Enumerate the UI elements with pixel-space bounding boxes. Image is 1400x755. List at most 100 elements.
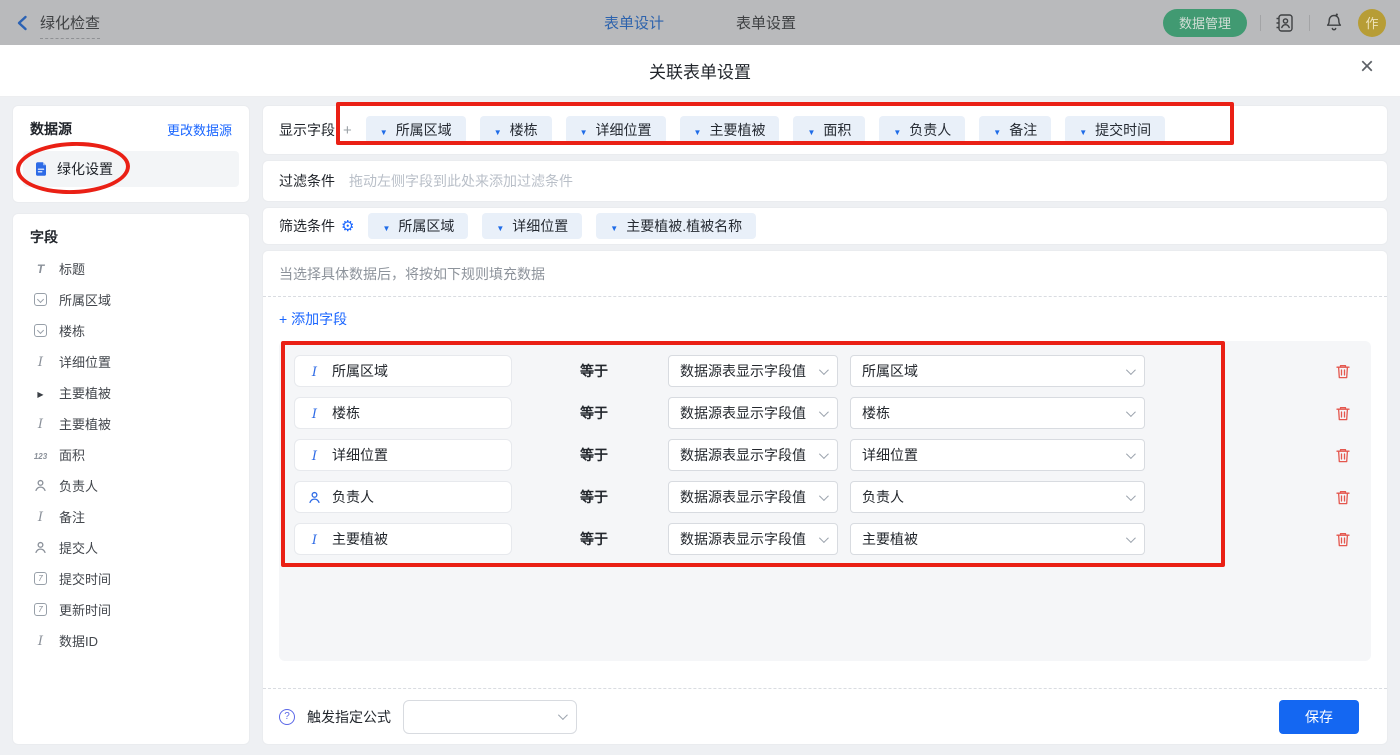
tab-form-settings[interactable]: 表单设置 (736, 12, 796, 33)
modal-header: 关联表单设置 × (0, 45, 1400, 97)
formula-select[interactable] (403, 700, 577, 734)
field-item[interactable]: 备注 (23, 501, 239, 532)
text-icon (306, 363, 323, 380)
delete-rule-icon[interactable] (1335, 447, 1351, 464)
fill-rules-hint: 当选择具体数据后，将按如下规则填充数据 (263, 251, 1387, 297)
target-field-select[interactable]: 所属区域 (850, 355, 1145, 387)
sidebar: 数据源 更改数据源 绿化设置 字段 标题 (12, 105, 250, 745)
delete-rule-icon[interactable] (1335, 363, 1351, 380)
chevron-down-icon (819, 491, 829, 501)
field-item[interactable]: 提交人 (23, 532, 239, 563)
source-select[interactable]: 数据源表显示字段值 (668, 481, 838, 513)
rule-row: 详细位置 等于 数据源表显示字段值 详细位置 (294, 439, 1351, 471)
screening-condition-section: 筛选条件 ⚙ 所属区域 详细位置 主要植被.植被名称 (262, 207, 1388, 245)
filter-drop-placeholder[interactable]: 拖动左侧字段到此处来添加过滤条件 (349, 171, 573, 191)
screening-chip[interactable]: 详细位置 (482, 213, 582, 239)
tab-form-design[interactable]: 表单设计 (604, 12, 664, 33)
field-item[interactable]: 所属区域 (23, 284, 239, 315)
divider (1260, 15, 1261, 31)
modal-body: 数据源 更改数据源 绿化设置 字段 标题 (0, 97, 1400, 755)
divider (1309, 15, 1310, 31)
chevron-down-icon (819, 533, 829, 543)
rule-field-box[interactable]: 负责人 (294, 481, 512, 513)
display-field-chip[interactable]: 所属区域 (366, 116, 466, 144)
gear-icon[interactable]: ⚙ (341, 217, 354, 235)
field-item[interactable]: 负责人 (23, 470, 239, 501)
chevron-down-icon (580, 122, 588, 138)
chevron-down-icon (1126, 365, 1136, 375)
field-item[interactable]: 数据ID (23, 625, 239, 656)
field-item[interactable]: 详细位置 (23, 346, 239, 377)
source-select[interactable]: 数据源表显示字段值 (668, 439, 838, 471)
target-field-select[interactable]: 楼栋 (850, 397, 1145, 429)
text-icon (32, 633, 49, 649)
display-field-chip[interactable]: 备注 (979, 116, 1051, 144)
chevron-down-icon (610, 218, 618, 234)
data-manage-button[interactable]: 数据管理 (1163, 9, 1247, 37)
field-item[interactable]: 标题 (23, 253, 239, 284)
field-item[interactable]: 7 提交时间 (23, 563, 239, 594)
contacts-icon[interactable] (1274, 12, 1296, 34)
field-item[interactable]: 主要植被 (23, 377, 239, 408)
chevron-down-icon (819, 407, 829, 417)
date-icon: 7 (32, 603, 49, 616)
source-select[interactable]: 数据源表显示字段值 (668, 397, 838, 429)
display-field-chip[interactable]: 主要植被 (680, 116, 780, 144)
notification-bell-icon[interactable] (1323, 12, 1345, 34)
screening-chip[interactable]: 主要植被.植被名称 (596, 213, 756, 239)
add-field-link[interactable]: + 添加字段 (279, 309, 347, 329)
selected-datasource-item[interactable]: 绿化设置 (23, 151, 239, 187)
field-item[interactable]: 面积 (23, 439, 239, 470)
close-icon[interactable]: × (1360, 55, 1374, 79)
rules-panel: 所属区域 等于 数据源表显示字段值 所属区域 楼栋 等于 数据源表显示字段值 楼… (279, 341, 1371, 661)
rule-field-box[interactable]: 主要植被 (294, 523, 512, 555)
chevron-down-icon (1126, 407, 1136, 417)
target-field-select[interactable]: 详细位置 (850, 439, 1145, 471)
help-question-icon[interactable]: ? (279, 709, 295, 725)
delete-rule-icon[interactable] (1335, 405, 1351, 422)
chevron-down-icon (382, 218, 390, 234)
field-item[interactable]: 楼栋 (23, 315, 239, 346)
user-avatar[interactable]: 作 (1358, 9, 1386, 37)
display-field-chip[interactable]: 面积 (793, 116, 865, 144)
operator-label: 等于 (580, 361, 668, 381)
display-field-chip[interactable]: 提交时间 (1065, 116, 1165, 144)
field-item[interactable]: 7 更新时间 (23, 594, 239, 625)
source-select[interactable]: 数据源表显示字段值 (668, 355, 838, 387)
form-title[interactable]: 绿化检查 (40, 12, 100, 39)
screening-chip[interactable]: 所属区域 (368, 213, 468, 239)
rule-row: 主要植被 等于 数据源表显示字段值 主要植被 (294, 523, 1351, 555)
filter-condition-label: 过滤条件 (279, 171, 335, 191)
modal-title: 关联表单设置 (649, 58, 751, 83)
chevron-down-icon (380, 122, 388, 138)
save-button[interactable]: 保存 (1279, 700, 1359, 734)
chevron-down-icon (993, 122, 1001, 138)
chevron-down-icon (819, 449, 829, 459)
number-icon (32, 447, 49, 462)
rule-field-box[interactable]: 所属区域 (294, 355, 512, 387)
chevron-down-icon (694, 122, 702, 138)
rule-row: 负责人 等于 数据源表显示字段值 负责人 (294, 481, 1351, 513)
add-display-field-button[interactable]: + (343, 122, 352, 139)
rule-field-box[interactable]: 楼栋 (294, 397, 512, 429)
rule-field-box[interactable]: 详细位置 (294, 439, 512, 471)
back-chevron-icon[interactable] (14, 14, 32, 32)
person-icon (32, 540, 49, 555)
field-item[interactable]: 主要植被 (23, 408, 239, 439)
rule-row: 楼栋 等于 数据源表显示字段值 楼栋 (294, 397, 1351, 429)
main-panel: 显示字段 + 所属区域 楼栋 详细位置 主要植被 面积 负责人 备注 提交时间 … (262, 105, 1388, 745)
display-field-chip[interactable]: 楼栋 (480, 116, 552, 144)
chevron-down-icon (1079, 122, 1087, 138)
change-datasource-link[interactable]: 更改数据源 (167, 120, 232, 139)
target-field-select[interactable]: 负责人 (850, 481, 1145, 513)
target-field-select[interactable]: 主要植被 (850, 523, 1145, 555)
display-field-chip[interactable]: 详细位置 (566, 116, 666, 144)
display-fields-section: 显示字段 + 所属区域 楼栋 详细位置 主要植被 面积 负责人 备注 提交时间 (262, 105, 1388, 155)
group-expand-icon[interactable] (32, 385, 49, 400)
title-icon (32, 261, 49, 276)
delete-rule-icon[interactable] (1335, 531, 1351, 548)
display-field-chip[interactable]: 负责人 (879, 116, 965, 144)
app-topbar: 绿化检查 表单设计 表单设置 数据管理 作 (0, 0, 1400, 45)
delete-rule-icon[interactable] (1335, 489, 1351, 506)
source-select[interactable]: 数据源表显示字段值 (668, 523, 838, 555)
